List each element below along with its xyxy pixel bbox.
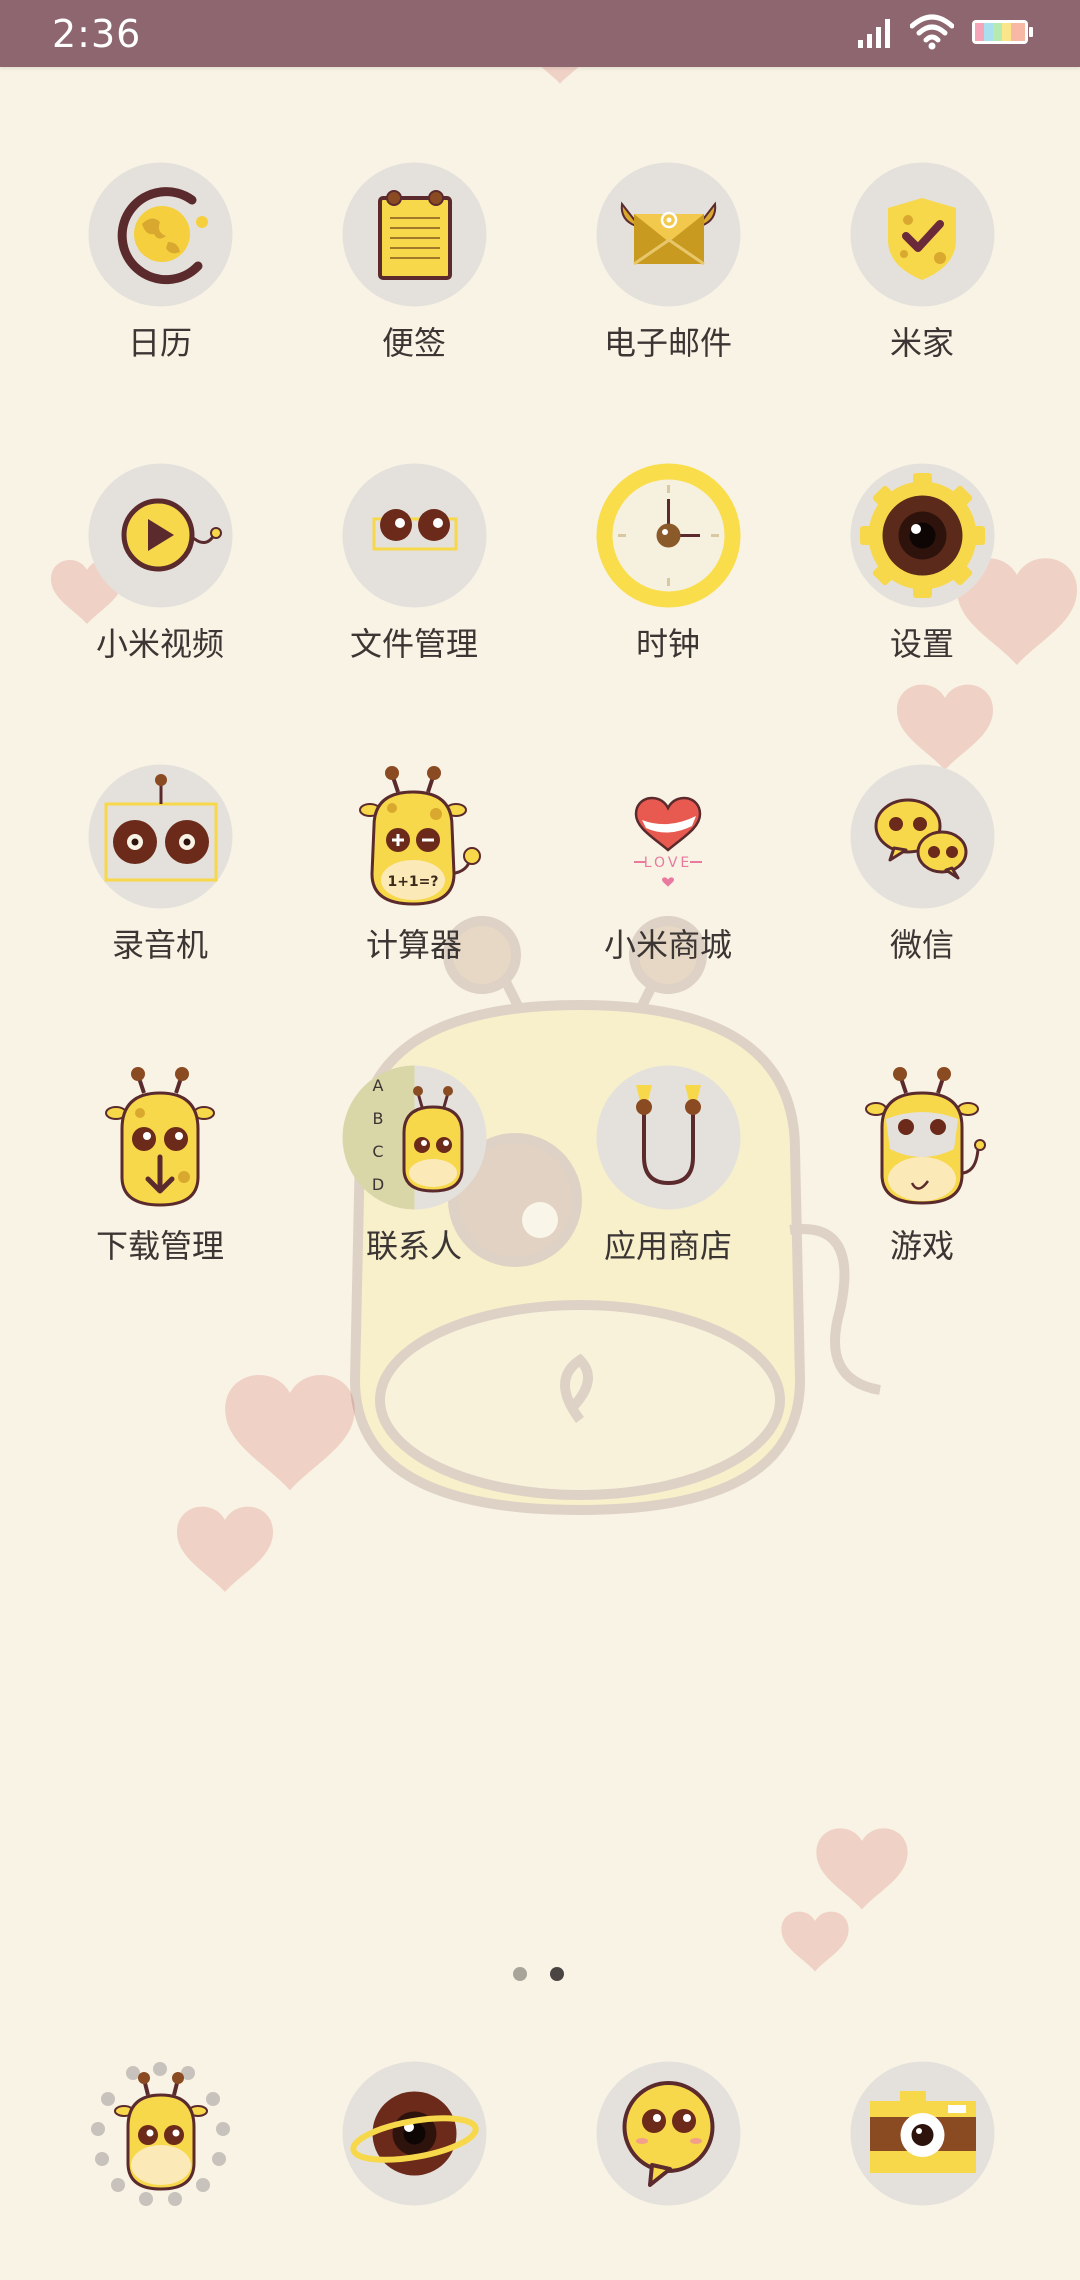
wifi-icon	[910, 14, 954, 50]
status-bar: 2:36	[0, 0, 1080, 67]
messages-icon	[596, 2061, 740, 2206]
calendar-icon	[88, 162, 232, 307]
camera-icon	[850, 2061, 994, 2206]
app-app-store[interactable]: 应用商店	[541, 1065, 795, 1366]
calculator-icon: 1+1=?	[358, 766, 481, 906]
app-label: 小米商城	[603, 926, 732, 964]
app-label: 录音机	[111, 926, 208, 964]
app-grid: 日历 便签 电子邮件 米家 小米视频 文件管理 时钟 设置 录音机 1+1=? …	[33, 162, 1049, 1366]
app-label: 应用商店	[603, 1227, 732, 1265]
app-mi-home[interactable]: 米家	[795, 162, 1049, 463]
mi-home-icon	[850, 162, 994, 307]
app-label: 便签	[381, 324, 446, 362]
browser-icon	[342, 2061, 486, 2206]
app-label: 微信	[889, 926, 954, 964]
app-email[interactable]: 电子邮件	[541, 162, 795, 463]
app-clock[interactable]: 时钟	[541, 463, 795, 764]
app-calculator[interactable]: 1+1=? 计算器	[287, 764, 541, 1065]
dock-messages[interactable]	[541, 2061, 795, 2206]
page-dot-2-active[interactable]	[550, 1967, 564, 1981]
app-store-icon	[596, 1065, 740, 1210]
mi-store-icon-text: LOVE	[643, 855, 692, 871]
app-mi-video[interactable]: 小米视频	[33, 463, 287, 764]
dock-browser[interactable]	[287, 2061, 541, 2206]
phone-icon	[90, 2062, 230, 2206]
app-games[interactable]: 游戏	[795, 1065, 1049, 1366]
calculator-icon-text: 1+1=?	[387, 874, 438, 890]
app-label: 设置	[889, 625, 954, 663]
app-wechat[interactable]: 微信	[795, 764, 1049, 1065]
clock-icon	[596, 463, 740, 608]
app-label: 计算器	[365, 926, 462, 964]
app-notes[interactable]: 便签	[287, 162, 541, 463]
app-label: 下载管理	[95, 1227, 224, 1265]
app-downloads[interactable]: 下载管理	[33, 1065, 287, 1366]
file-manager-icon	[342, 463, 486, 608]
app-label: 小米视频	[95, 625, 224, 663]
games-icon	[864, 1067, 986, 1205]
app-mi-store[interactable]: LOVE 小米商城	[541, 764, 795, 1065]
app-recorder[interactable]: 录音机	[33, 764, 287, 1065]
app-label: 米家	[889, 324, 954, 362]
settings-icon	[850, 463, 994, 608]
email-icon	[596, 162, 740, 307]
signal-icon	[858, 19, 890, 48]
notes-icon	[342, 162, 486, 307]
mi-store-icon: LOVE	[633, 796, 702, 887]
dock	[33, 2061, 1049, 2206]
recorder-icon	[88, 764, 232, 909]
battery-icon	[972, 20, 1033, 44]
app-label: 游戏	[889, 1227, 954, 1265]
app-settings[interactable]: 设置	[795, 463, 1049, 764]
page-indicator	[0, 1967, 1080, 1981]
wechat-icon	[850, 764, 994, 909]
contacts-index-c: C	[372, 1142, 383, 1161]
contacts-icon: A B C D	[342, 1065, 486, 1210]
app-calendar[interactable]: 日历	[33, 162, 287, 463]
app-file-manager[interactable]: 文件管理	[287, 463, 541, 764]
dock-phone[interactable]	[33, 2061, 287, 2206]
app-label: 文件管理	[349, 625, 478, 663]
downloads-icon	[104, 1067, 215, 1207]
mi-video-icon	[88, 463, 232, 608]
app-contacts[interactable]: A B C D 联系人	[287, 1065, 541, 1366]
app-label: 联系人	[365, 1227, 462, 1265]
contacts-index-d: D	[371, 1175, 383, 1194]
app-label: 日历	[127, 324, 192, 362]
app-label: 电子邮件	[603, 324, 732, 362]
page-dot-1[interactable]	[513, 1967, 527, 1981]
status-time: 2:36	[52, 12, 142, 56]
contacts-index-b: B	[372, 1109, 383, 1128]
contacts-index-a: A	[372, 1076, 383, 1095]
dock-camera[interactable]	[795, 2061, 1049, 2206]
app-label: 时钟	[635, 625, 700, 663]
